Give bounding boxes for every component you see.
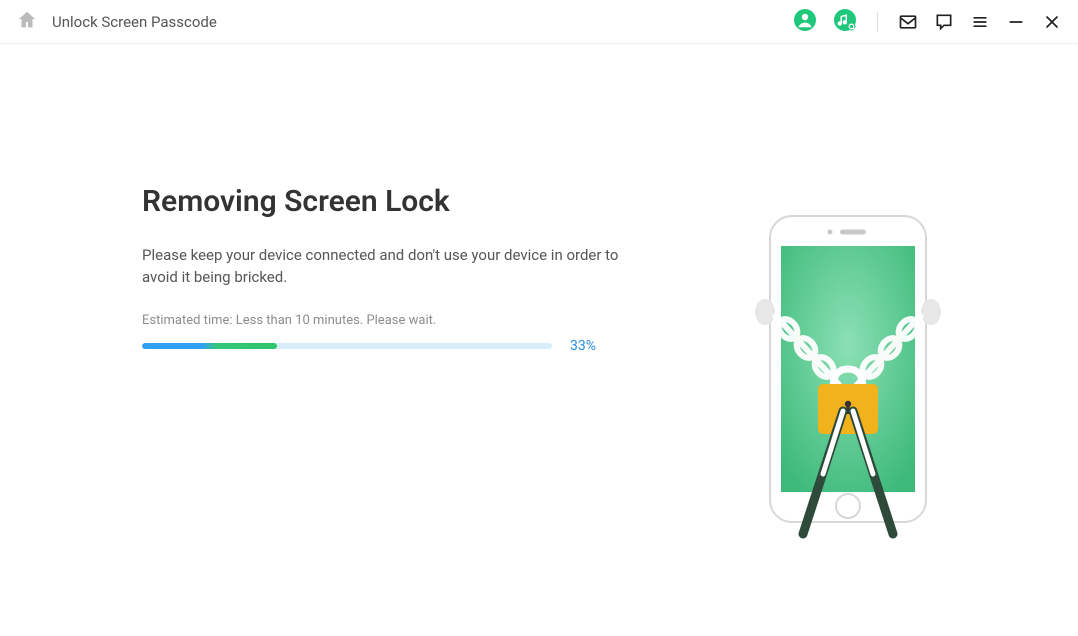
close-button[interactable] [1042,12,1062,32]
progress-panel: Removing Screen Lock Please keep your de… [60,184,748,354]
main-content: Removing Screen Lock Please keep your de… [0,44,1078,548]
page-title: Unlock Screen Passcode [52,13,217,31]
titlebar-divider [877,12,878,32]
minimize-button[interactable] [1006,12,1026,32]
progress-row: 33% [142,338,688,354]
illustration [748,214,968,548]
home-icon[interactable] [16,9,38,35]
estimate-text: Estimated time: Less than 10 minutes. Pl… [142,313,688,328]
music-transfer-icon[interactable] [833,8,857,36]
progress-bar [142,343,552,349]
account-icon[interactable] [793,8,817,36]
feedback-icon[interactable] [934,12,954,32]
progress-percent-label: 33% [570,338,596,354]
heading: Removing Screen Lock [142,184,688,219]
titlebar-actions [793,8,1062,36]
progress-fill [142,343,277,349]
subtitle: Please keep your device connected and do… [142,245,642,289]
mail-icon[interactable] [898,12,918,32]
titlebar: Unlock Screen Passcode [0,0,1078,44]
menu-icon[interactable] [970,12,990,32]
